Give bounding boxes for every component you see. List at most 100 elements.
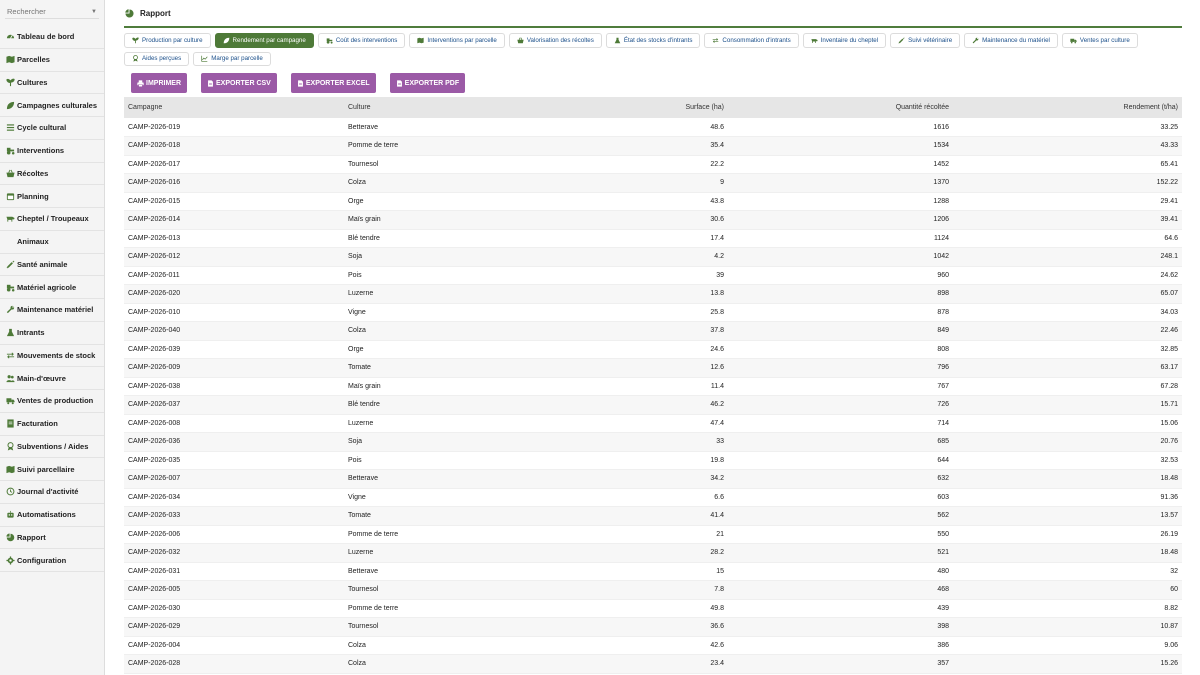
tab-marge-par-parcelle[interactable]: Marge par parcelle [193, 51, 271, 66]
truck-icon [1070, 37, 1080, 44]
exporter-excel-button[interactable]: EXPORTER EXCEL [290, 73, 376, 93]
table-row[interactable]: CAMP-2026-033 Tomate 41.4 562 13.57 [124, 506, 1182, 526]
tab-ventes-par-culture[interactable]: Ventes par culture [1061, 33, 1138, 48]
sidebar-item-tableau-de-bord[interactable]: Tableau de bord [0, 26, 104, 49]
table-row[interactable]: CAMP-2026-009 Tomate 12.6 796 63.17 [124, 358, 1182, 378]
tab-suivi-veterinaire[interactable]: Suivi vétérinaire [890, 33, 961, 48]
exporter-csv-button[interactable]: EXPORTER CSV [201, 73, 277, 93]
cell-quantite: 767 [728, 377, 953, 396]
sidebar-item-planning[interactable]: Planning [0, 185, 104, 208]
tab-cout-des-interventions[interactable]: Coût des interventions [317, 33, 406, 48]
table-row[interactable]: CAMP-2026-032 Luzerne 28.2 521 18.48 [124, 543, 1182, 563]
imprimer-button[interactable]: IMPRIMER [131, 73, 187, 93]
tab-label: Inventaire du cheptel [820, 36, 879, 44]
column-header-culture[interactable]: Culture [344, 97, 544, 118]
sidebar-item-maintenance-materiel[interactable]: Maintenance matériel [0, 299, 104, 322]
table-row[interactable]: CAMP-2026-012 Soja 4.2 1042 248.1 [124, 247, 1182, 267]
sidebar-item-configuration[interactable]: Configuration [0, 549, 104, 572]
tab-rendement-par-campagne[interactable]: Rendement par campagne [214, 33, 314, 48]
sidebar-item-recoltes[interactable]: Récoltes [0, 163, 104, 186]
table-row[interactable]: CAMP-2026-028 Colza 23.4 357 15.26 [124, 654, 1182, 674]
sidebar-item-interventions[interactable]: Interventions [0, 140, 104, 163]
sidebar-item-campagnes-culturales[interactable]: Campagnes culturales [0, 94, 104, 117]
column-header-rendement[interactable]: Rendement (t/ha) [953, 97, 1182, 118]
cell-rendement: 60 [953, 580, 1182, 600]
sidebar-item-journal-d-activite[interactable]: Journal d'activité [0, 481, 104, 504]
table-row[interactable]: CAMP-2026-039 Orge 24.6 808 32.85 [124, 340, 1182, 359]
column-header-campagne[interactable]: Campagne [124, 97, 344, 118]
sidebar-item-cheptel-troupeaux[interactable]: Cheptel / Troupeaux [0, 208, 104, 231]
column-header-surface[interactable]: Surface (ha) [544, 97, 728, 118]
table-row[interactable]: CAMP-2026-036 Soja 33 685 20.76 [124, 432, 1182, 452]
tab-etat-des-stocks-d-intrants[interactable]: État des stocks d'intrants [605, 33, 701, 48]
table-row[interactable]: CAMP-2026-031 Betterave 15 480 32 [124, 562, 1182, 581]
sidebar-item-ventes-de-production[interactable]: Ventes de production [0, 390, 104, 413]
tab-maintenance-du-materiel[interactable]: Maintenance du matériel [964, 33, 1058, 48]
exporter-pdf-button[interactable]: EXPORTER PDF [389, 73, 466, 93]
sidebar-item-cycle-cultural[interactable]: Cycle cultural [0, 117, 104, 140]
table-row[interactable]: CAMP-2026-020 Luzerne 13.8 898 65.07 [124, 284, 1182, 304]
table-row[interactable]: CAMP-2026-011 Pois 39 960 24.62 [124, 266, 1182, 285]
sidebar-item-subventions-aides[interactable]: Subventions / Aides [0, 436, 104, 459]
table-row[interactable]: CAMP-2026-016 Colza 9 1370 152.22 [124, 173, 1182, 193]
sidebar-item-rapport[interactable]: Rapport [0, 527, 104, 550]
cell-rendement: 152.22 [953, 173, 1182, 193]
table-row[interactable]: CAMP-2026-017 Tournesol 22.2 1452 65.41 [124, 155, 1182, 174]
tab-valorisation-des-recoltes[interactable]: Valorisation des récoltes [508, 33, 602, 48]
tab-aides-percues[interactable]: Aides perçues [124, 51, 190, 66]
table-row[interactable]: CAMP-2026-029 Tournesol 36.6 398 10.87 [124, 617, 1182, 637]
cell-surface: 48.6 [544, 118, 728, 137]
sidebar-item-main-d-oeuvre[interactable]: Main-d'œuvre [0, 367, 104, 390]
sidebar-item-facturation[interactable]: Facturation [0, 413, 104, 436]
table-row[interactable]: CAMP-2026-034 Vigne 6.6 603 91.36 [124, 488, 1182, 507]
sidebar-item-animaux[interactable]: Animaux [0, 231, 104, 254]
table-row[interactable]: CAMP-2026-035 Pois 19.8 644 32.53 [124, 451, 1182, 470]
basket-icon [6, 169, 15, 178]
search-box[interactable]: ▼ [5, 5, 99, 19]
cell-quantite: 1288 [728, 192, 953, 211]
cell-rendement: 18.48 [953, 469, 1182, 489]
tab-label: Rendement par campagne [232, 36, 306, 44]
map-icon [417, 37, 427, 44]
table-row[interactable]: CAMP-2026-014 Maïs grain 30.6 1206 39.41 [124, 210, 1182, 230]
sidebar-item-materiel-agricole[interactable]: Matériel agricole [0, 276, 104, 299]
table-row[interactable]: CAMP-2026-005 Tournesol 7.8 468 60 [124, 580, 1182, 600]
table-row[interactable]: CAMP-2026-040 Colza 37.8 849 22.46 [124, 321, 1182, 341]
chevron-down-icon[interactable]: ▼ [91, 9, 97, 15]
sidebar-item-suivi-parcellaire[interactable]: Suivi parcellaire [0, 458, 104, 481]
tab-interventions-par-parcelle[interactable]: Interventions par parcelle [409, 33, 505, 48]
table-row[interactable]: CAMP-2026-015 Orge 43.8 1288 29.41 [124, 192, 1182, 211]
sidebar-item-automatisations[interactable]: Automatisations [0, 504, 104, 527]
sidebar-item-cultures[interactable]: Cultures [0, 72, 104, 95]
cell-culture: Betterave [344, 469, 544, 489]
table-row[interactable]: CAMP-2026-013 Blé tendre 17.4 1124 64.6 [124, 229, 1182, 248]
search-input[interactable] [7, 7, 87, 16]
table-row[interactable]: CAMP-2026-004 Colza 42.6 386 9.06 [124, 636, 1182, 655]
sidebar-item-label: Automatisations [17, 510, 76, 520]
sidebar-item-sante-animale[interactable]: Santé animale [0, 254, 104, 277]
tab-consommation-d-intrants[interactable]: Consommation d'intrants [704, 33, 799, 48]
tab-production-par-culture[interactable]: Production par culture [124, 33, 211, 48]
table-row[interactable]: CAMP-2026-006 Pomme de terre 21 550 26.19 [124, 525, 1182, 544]
tab-inventaire-du-cheptel[interactable]: Inventaire du cheptel [802, 33, 887, 48]
table-row[interactable]: CAMP-2026-010 Vigne 25.8 878 34.03 [124, 303, 1182, 322]
table-row[interactable]: CAMP-2026-038 Maïs grain 11.4 767 67.28 [124, 377, 1182, 396]
sidebar-item-label: Récoltes [17, 168, 49, 178]
table-row[interactable]: CAMP-2026-037 Blé tendre 46.2 726 15.71 [124, 395, 1182, 415]
cell-campagne: CAMP-2026-009 [124, 358, 344, 378]
table-row[interactable]: CAMP-2026-019 Betterave 48.6 1616 33.25 [124, 118, 1182, 137]
sidebar-item-intrants[interactable]: Intrants [0, 322, 104, 345]
sidebar-item-label: Facturation [17, 419, 58, 429]
column-header-quantite[interactable]: Quantité récoltée [728, 97, 953, 118]
chart-line-icon [201, 55, 211, 62]
sidebar-item-mouvements-de-stock[interactable]: Mouvements de stock [0, 345, 104, 368]
table-row[interactable]: CAMP-2026-008 Luzerne 47.4 714 15.06 [124, 414, 1182, 433]
cell-culture: Soja [344, 247, 544, 267]
tab-label: Coût des interventions [335, 36, 398, 44]
table-row[interactable]: CAMP-2026-030 Pomme de terre 49.8 439 8.82 [124, 599, 1182, 618]
cell-surface: 41.4 [544, 506, 728, 526]
seedling-icon [6, 78, 15, 87]
table-row[interactable]: CAMP-2026-007 Betterave 34.2 632 18.48 [124, 469, 1182, 489]
sidebar-item-parcelles[interactable]: Parcelles [0, 49, 104, 72]
table-row[interactable]: CAMP-2026-018 Pomme de terre 35.4 1534 43.33 [124, 136, 1182, 156]
